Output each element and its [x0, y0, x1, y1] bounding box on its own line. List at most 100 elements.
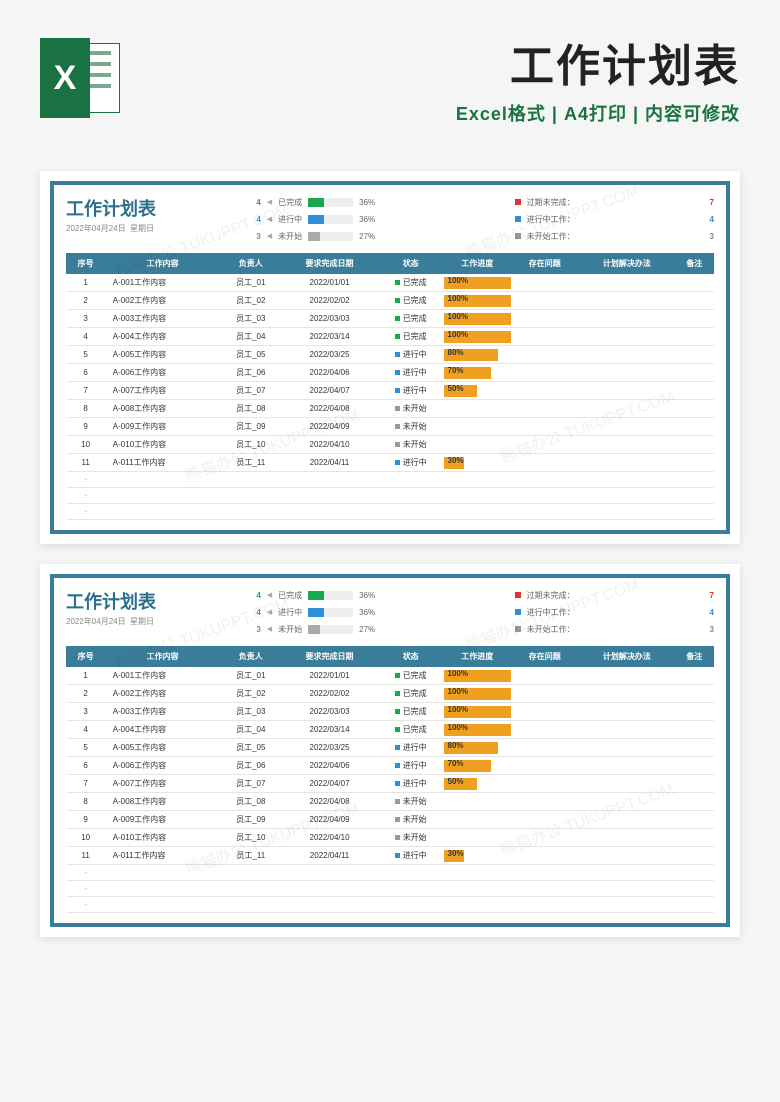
cell-due: 2022/04/09 [281, 811, 378, 829]
cell-status: 进行中 [378, 382, 444, 400]
cell-status: 未开始 [378, 829, 444, 847]
col-header: 计划解决办法 [578, 647, 675, 667]
cell-owner: 员工_01 [220, 274, 281, 292]
cell-status: 进行中 [378, 775, 444, 793]
progress-cell [444, 418, 511, 436]
status-dot-icon [395, 334, 400, 339]
dot-icon [515, 199, 521, 205]
stat-row: 4 ◀ 进行中 36% [249, 212, 515, 226]
cell-content: A-008工作内容 [105, 400, 221, 418]
cell-note [675, 829, 713, 847]
col-header: 备注 [675, 647, 713, 667]
page-subtitle: Excel格式 | A4打印 | 内容可修改 [140, 100, 740, 126]
col-header: 负责人 [220, 647, 281, 667]
cell-owner: 员工_02 [220, 292, 281, 310]
cell-due: 2022/04/11 [281, 847, 378, 865]
cell-no: 1 [67, 274, 105, 292]
cell-no: 2 [67, 685, 105, 703]
cell-note [675, 364, 713, 382]
excel-letter: X [40, 38, 90, 118]
table-row-empty: - [67, 504, 714, 520]
cell-owner: 员工_05 [220, 739, 281, 757]
cell-no: 2 [67, 292, 105, 310]
cell-due: 2022/04/07 [281, 382, 378, 400]
stat-pct: 36% [359, 215, 375, 224]
status-dot-icon [395, 763, 400, 768]
status-dot-icon [395, 352, 400, 357]
cell-issue [511, 274, 578, 292]
cell-issue [511, 739, 578, 757]
summary-row: 过期未完成： 7 [515, 195, 714, 209]
progress-cell: 50% [444, 775, 511, 793]
progress-cell: 80% [444, 739, 511, 757]
stat-bar [308, 198, 353, 207]
col-header: 备注 [675, 254, 713, 274]
work-plan-sheet: 工作计划表 2022年04月24日 星期日 4 ◀ 已完成 36% 4 ◀ 进行… [50, 574, 730, 927]
progress-cell [444, 811, 511, 829]
stat-bar [308, 215, 353, 224]
cell-issue [511, 418, 578, 436]
summary-row: 进行中工作： 4 [515, 605, 714, 619]
cell-issue [511, 382, 578, 400]
stat-row: 4 ◀ 已完成 36% [249, 588, 515, 602]
cell-plan [578, 847, 675, 865]
cell-no: 11 [67, 454, 105, 472]
status-dot-icon [395, 817, 400, 822]
stats-right: 过期未完成： 7 进行中工作： 4 未开始工作： 3 [515, 588, 714, 636]
table-row: 10 A-010工作内容 员工_10 2022/04/10 未开始 [67, 829, 714, 847]
status-dot-icon [395, 460, 400, 465]
cell-content: A-008工作内容 [105, 793, 221, 811]
dot-icon [515, 216, 521, 222]
cell-due: 2022/02/02 [281, 685, 378, 703]
col-header: 负责人 [220, 254, 281, 274]
progress-cell: 70% [444, 757, 511, 775]
cell-status: 进行中 [378, 739, 444, 757]
cell-issue [511, 685, 578, 703]
progress-cell: 100% [444, 292, 511, 310]
cell-status: 进行中 [378, 757, 444, 775]
cell-status: 已完成 [378, 685, 444, 703]
dot-icon [515, 609, 521, 615]
table-row-empty: - [67, 881, 714, 897]
cell-due: 2022/01/01 [281, 274, 378, 292]
status-dot-icon [395, 370, 400, 375]
summary-row: 进行中工作： 4 [515, 212, 714, 226]
cell-owner: 员工_05 [220, 346, 281, 364]
table-row: 5 A-005工作内容 员工_05 2022/03/25 进行中 80% [67, 346, 714, 364]
cell-issue [511, 829, 578, 847]
cell-owner: 员工_11 [220, 847, 281, 865]
table-row: 8 A-008工作内容 员工_08 2022/04/08 未开始 [67, 400, 714, 418]
cell-status: 未开始 [378, 400, 444, 418]
cell-issue [511, 400, 578, 418]
cell-no: 8 [67, 793, 105, 811]
table-row: 8 A-008工作内容 员工_08 2022/04/08 未开始 [67, 793, 714, 811]
table-row: 1 A-001工作内容 员工_01 2022/01/01 已完成 100% [67, 274, 714, 292]
cell-due: 2022/03/03 [281, 703, 378, 721]
cell-note [675, 775, 713, 793]
cell-content: A-002工作内容 [105, 292, 221, 310]
cell-content: A-004工作内容 [105, 721, 221, 739]
cell-issue [511, 847, 578, 865]
cell-note [675, 400, 713, 418]
cell-no: 4 [67, 328, 105, 346]
cell-note [675, 739, 713, 757]
cell-issue [511, 364, 578, 382]
col-header: 序号 [67, 647, 105, 667]
summary-label: 未开始工作： [527, 231, 575, 242]
table-row: 9 A-009工作内容 员工_09 2022/04/09 未开始 [67, 418, 714, 436]
cell-due: 2022/04/06 [281, 757, 378, 775]
cell-note [675, 382, 713, 400]
cell-status: 未开始 [378, 418, 444, 436]
cell-owner: 员工_03 [220, 310, 281, 328]
cell-plan [578, 793, 675, 811]
stat-label: 进行中 [278, 214, 302, 225]
page-header: X 工作计划表 Excel格式 | A4打印 | 内容可修改 [0, 30, 780, 151]
cell-status: 未开始 [378, 793, 444, 811]
stat-pct: 36% [359, 198, 375, 207]
col-header: 工作内容 [105, 254, 221, 274]
table-row-empty: - [67, 865, 714, 881]
stat-bar [308, 591, 353, 600]
cell-content: A-001工作内容 [105, 667, 221, 685]
cell-note [675, 757, 713, 775]
status-dot-icon [395, 691, 400, 696]
